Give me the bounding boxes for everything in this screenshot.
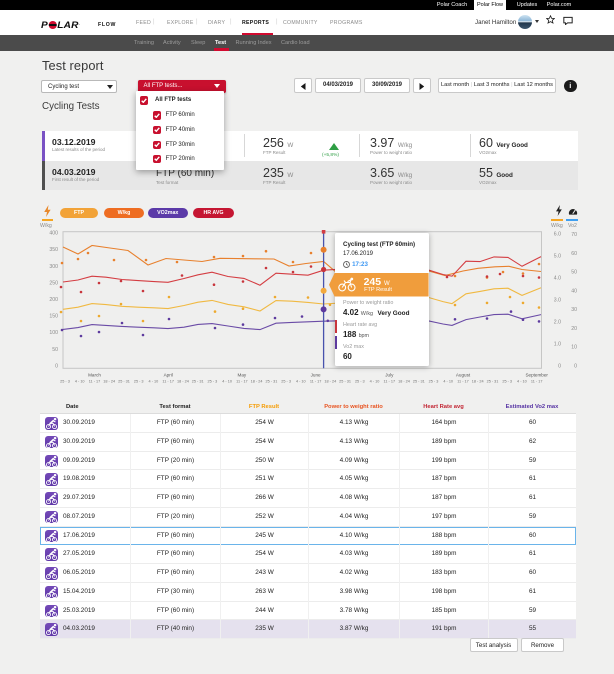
svg-text:300: 300 — [49, 264, 58, 270]
svg-text:4.0: 4.0 — [554, 276, 561, 282]
svg-text:3.0: 3.0 — [554, 298, 561, 304]
svg-text:25 - 31: 25 - 31 — [192, 380, 204, 384]
svg-text:4 - 10: 4 - 10 — [75, 380, 85, 384]
svg-text:70: 70 — [571, 232, 577, 238]
svg-text:400: 400 — [49, 231, 58, 237]
svg-text:18 - 24: 18 - 24 — [251, 380, 263, 384]
svg-text:60: 60 — [571, 251, 577, 257]
svg-text:18 - 24: 18 - 24 — [324, 380, 336, 384]
svg-text:25 - 31: 25 - 31 — [413, 380, 425, 384]
svg-text:11 - 17: 11 - 17 — [89, 380, 101, 384]
svg-text:10: 10 — [571, 345, 577, 351]
svg-text:4 - 10: 4 - 10 — [443, 380, 453, 384]
svg-text:50: 50 — [52, 347, 58, 353]
svg-text:11 - 17: 11 - 17 — [236, 380, 248, 384]
svg-text:2.0: 2.0 — [554, 320, 561, 326]
svg-text:11 - 17: 11 - 17 — [310, 380, 322, 384]
svg-text:25 - 3: 25 - 3 — [502, 380, 512, 384]
svg-text:0: 0 — [558, 364, 561, 370]
svg-text:June: June — [311, 373, 321, 378]
svg-text:4 - 10: 4 - 10 — [149, 380, 159, 384]
svg-text:March: March — [88, 373, 101, 378]
svg-text:100: 100 — [49, 330, 58, 336]
svg-text:6.0: 6.0 — [554, 232, 561, 238]
svg-text:350: 350 — [49, 247, 58, 253]
svg-text:150: 150 — [49, 314, 58, 320]
svg-text:July: July — [385, 373, 394, 378]
svg-text:April: April — [164, 373, 173, 378]
svg-text:4 - 10: 4 - 10 — [370, 380, 380, 384]
svg-text:25 - 3: 25 - 3 — [429, 380, 439, 384]
svg-text:September: September — [525, 373, 548, 378]
svg-text:25 - 3: 25 - 3 — [355, 380, 365, 384]
svg-text:200: 200 — [49, 297, 58, 303]
svg-text:18 - 24: 18 - 24 — [177, 380, 189, 384]
svg-text:18 - 24: 18 - 24 — [103, 380, 115, 384]
svg-text:August: August — [456, 373, 471, 378]
svg-text:0: 0 — [55, 364, 58, 370]
svg-text:11 - 17: 11 - 17 — [162, 380, 174, 384]
svg-text:18 - 24: 18 - 24 — [398, 380, 410, 384]
svg-text:0: 0 — [574, 364, 577, 370]
svg-text:11 - 17: 11 - 17 — [384, 380, 396, 384]
svg-text:250: 250 — [49, 280, 58, 286]
svg-text:50: 50 — [571, 270, 577, 276]
svg-text:1.0: 1.0 — [554, 342, 561, 348]
svg-text:25 - 31: 25 - 31 — [487, 380, 499, 384]
svg-text:May: May — [238, 373, 247, 378]
svg-text:11 - 17: 11 - 17 — [531, 380, 543, 384]
svg-text:4 - 10: 4 - 10 — [296, 380, 306, 384]
svg-text:30: 30 — [571, 307, 577, 313]
svg-text:25 - 3: 25 - 3 — [60, 380, 70, 384]
svg-text:25 - 3: 25 - 3 — [208, 380, 218, 384]
svg-text:4 - 10: 4 - 10 — [517, 380, 527, 384]
svg-text:40: 40 — [571, 288, 577, 294]
svg-text:11 - 17: 11 - 17 — [457, 380, 469, 384]
svg-text:4 - 10: 4 - 10 — [222, 380, 232, 384]
svg-text:25 - 3: 25 - 3 — [281, 380, 291, 384]
svg-text:25 - 31: 25 - 31 — [265, 380, 277, 384]
svg-text:20: 20 — [571, 326, 577, 332]
svg-text:18 - 24: 18 - 24 — [472, 380, 484, 384]
svg-text:5.0: 5.0 — [554, 254, 561, 260]
svg-text:25 - 31: 25 - 31 — [118, 380, 130, 384]
svg-text:25 - 3: 25 - 3 — [134, 380, 144, 384]
svg-text:25 - 31: 25 - 31 — [339, 380, 351, 384]
